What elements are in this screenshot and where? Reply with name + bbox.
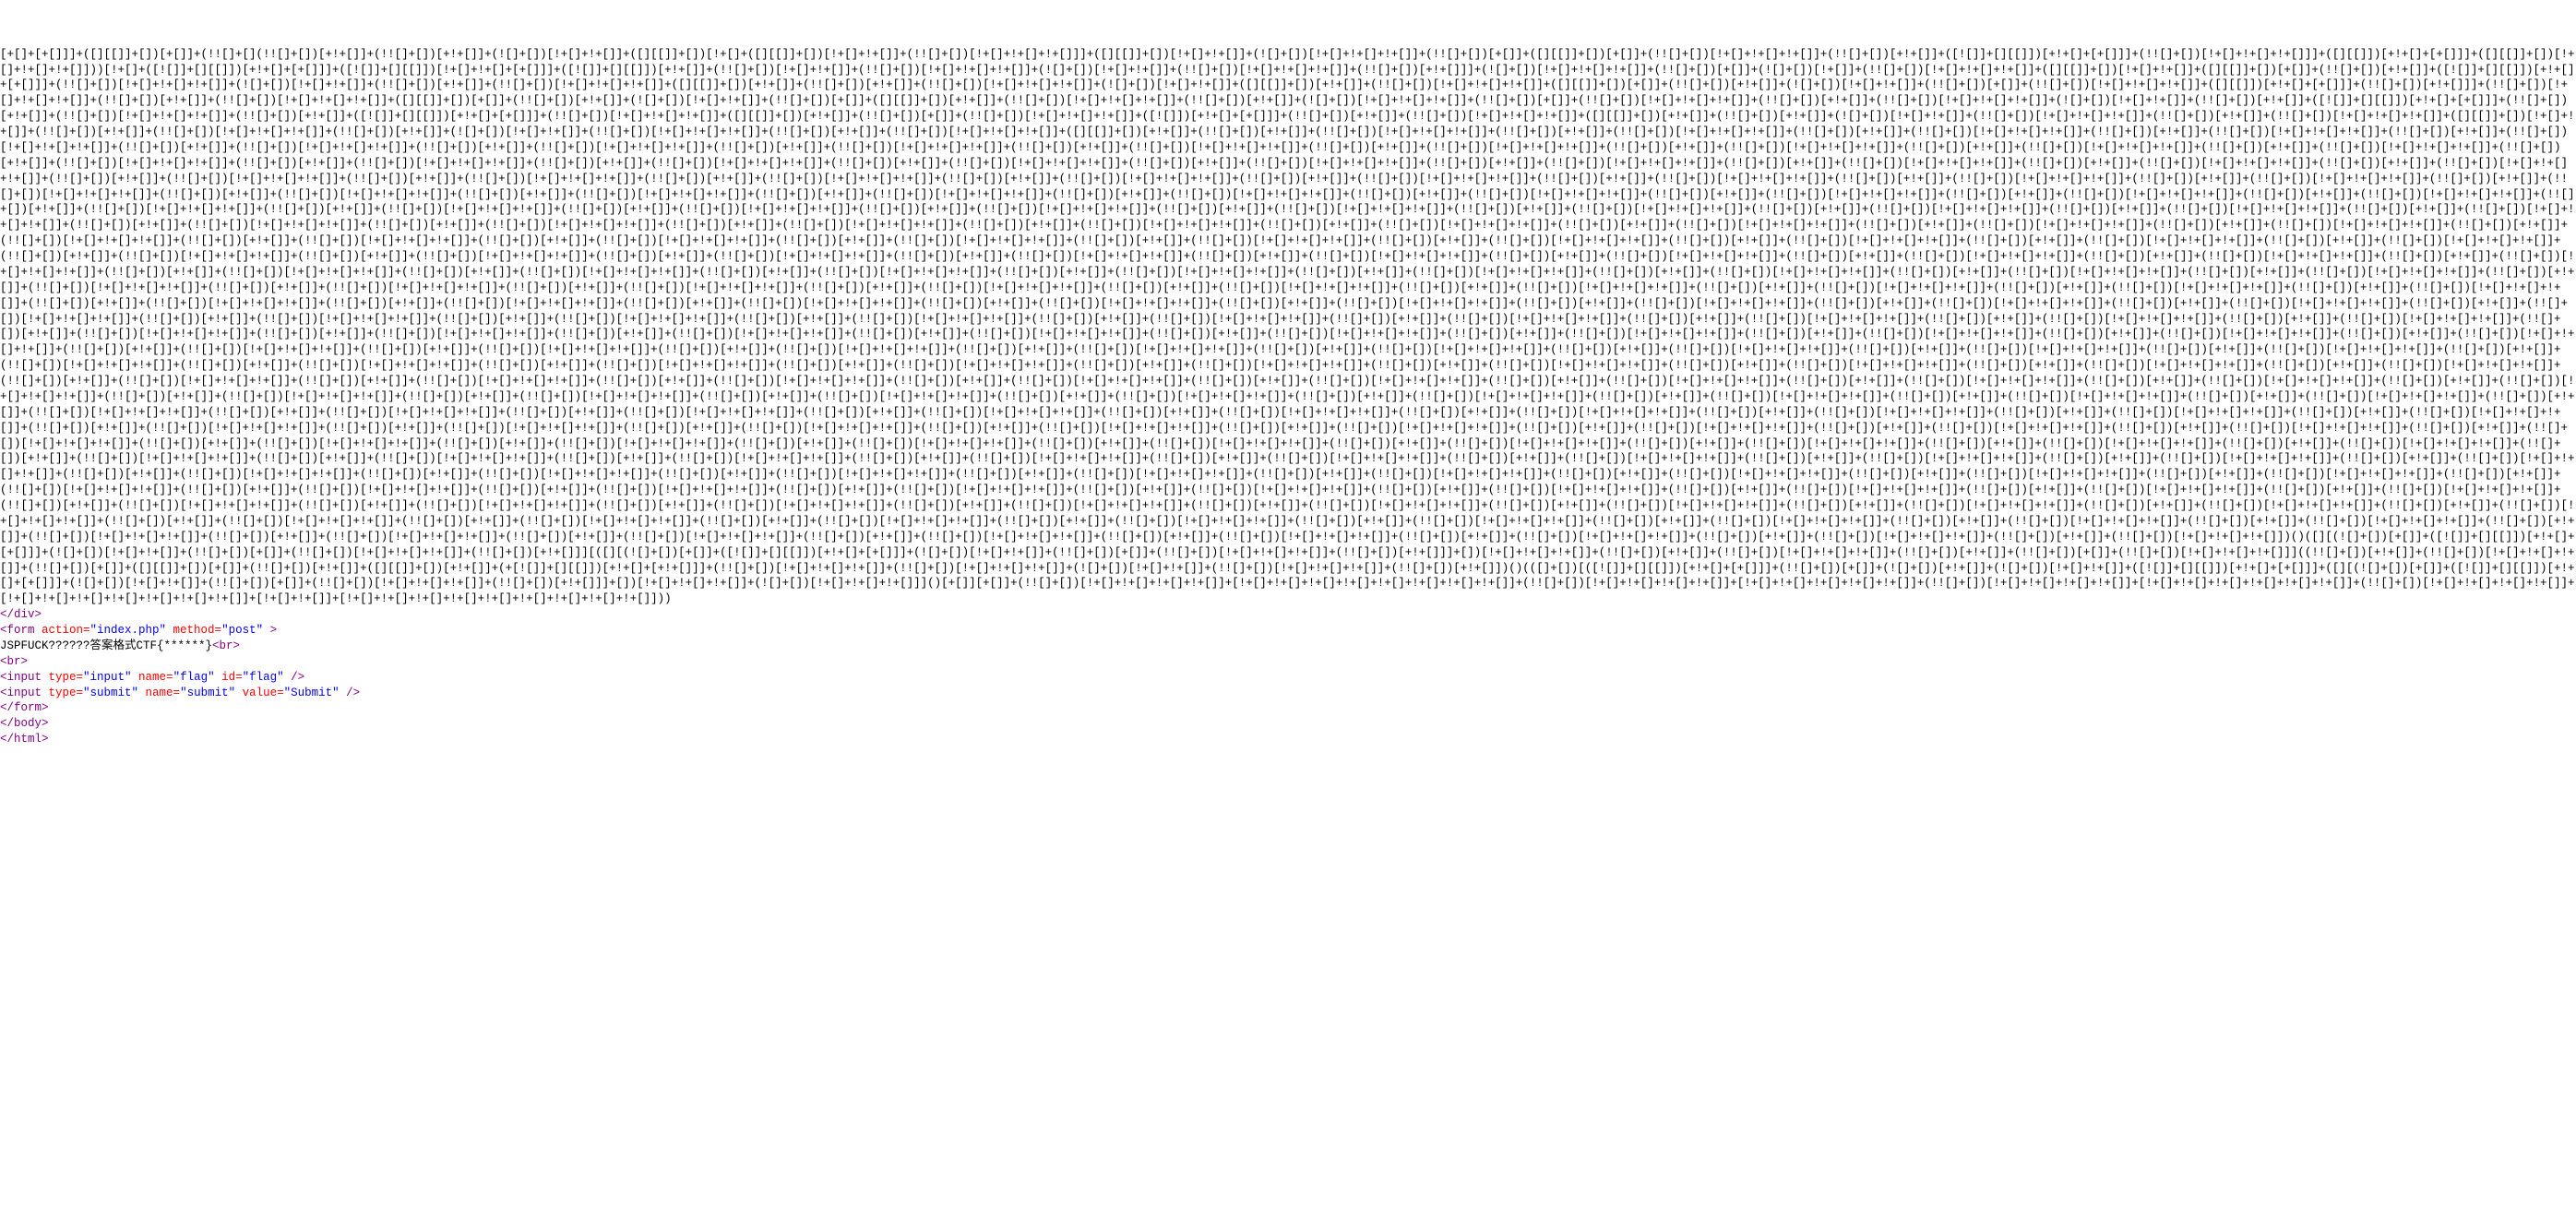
attr-name-name-2: name=: [138, 687, 180, 699]
attr-method-value: "post": [221, 624, 263, 637]
attr-method-name: method=: [166, 624, 221, 637]
tag-form-open: <form: [0, 624, 35, 637]
attr-id-name: id=: [215, 671, 243, 684]
attr-name-submit-value: "submit": [180, 687, 235, 699]
tag-div-close: </div>: [0, 608, 42, 621]
tag-br-1: <br>: [212, 639, 240, 652]
attr-type-name-2: type=: [42, 687, 83, 699]
attr-action-value: "index.php": [90, 624, 167, 637]
attr-type-name-1: type=: [42, 671, 83, 684]
attr-action-name: action=: [35, 624, 90, 637]
tag-form-close: </form>: [0, 701, 49, 714]
attr-id-flag-value: "flag": [243, 671, 284, 684]
tag-body-close: </body>: [0, 717, 49, 730]
tag-html-close: </html>: [0, 733, 49, 746]
tag-input-submit-close: />: [340, 687, 361, 699]
tag-input-flag-open: <input: [0, 671, 42, 684]
attr-value-name: value=: [235, 687, 284, 699]
hint-text: JSPFUCK??????答案格式CTF{******}: [0, 639, 212, 652]
attr-type-submit-value: "submit": [83, 687, 138, 699]
tag-input-submit-open: <input: [0, 687, 42, 699]
tag-form-open-end: >: [263, 624, 277, 637]
tag-br-2: <br>: [0, 655, 28, 668]
attr-name-name-1: name=: [132, 671, 173, 684]
attr-type-input-value: "input": [83, 671, 132, 684]
attr-name-flag-value: "flag": [173, 671, 215, 684]
attr-value-submit-value: "Submit": [284, 687, 340, 699]
jsfuck-payload: [+[]+[+[]]]+([][[]]+[])[+[]]+(!![]+[](!!…: [0, 47, 2576, 608]
tag-input-flag-close: />: [284, 671, 305, 684]
